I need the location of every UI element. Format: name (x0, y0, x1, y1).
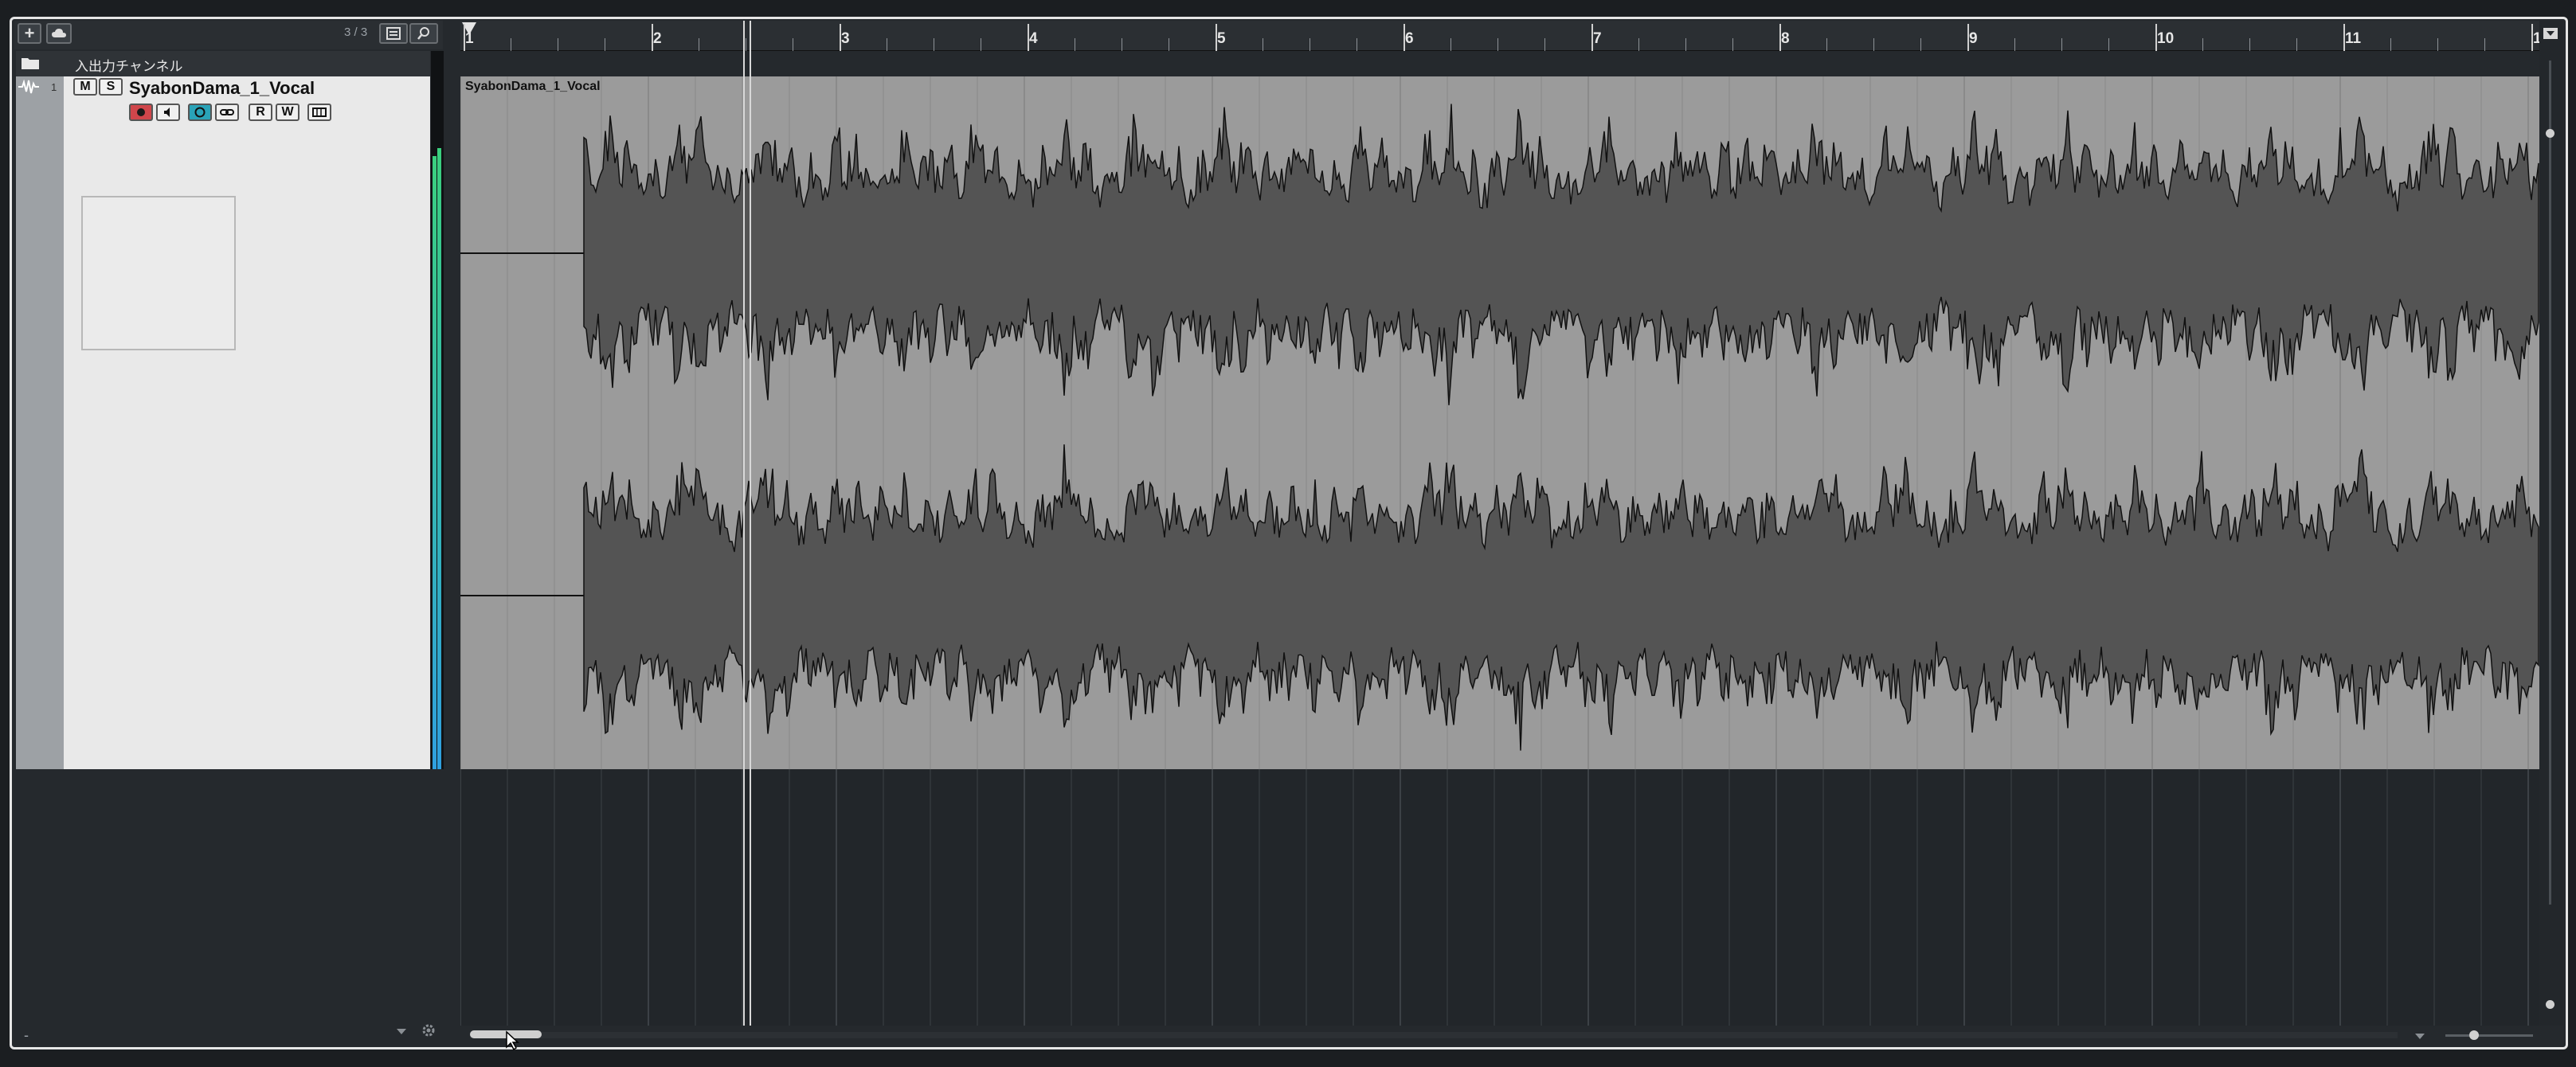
ruler-minor-tick (1685, 38, 1686, 51)
read-label: R (256, 105, 265, 119)
link-icon (220, 109, 234, 115)
ruler-tick (1967, 24, 1969, 51)
record-enable-button[interactable] (129, 104, 153, 121)
add-track-button[interactable]: + (18, 23, 41, 44)
track-header[interactable] (16, 76, 430, 769)
lanes-button[interactable] (215, 104, 239, 121)
ruler-minor-tick (2108, 38, 2109, 51)
ruler-minor-tick (1826, 38, 1827, 51)
ruler-minor-tick (2437, 38, 2438, 51)
mute-button[interactable]: M (73, 78, 97, 96)
ruler-minor-tick (1732, 38, 1733, 51)
ruler-tick (2155, 24, 2157, 51)
ruler-bar-label: 11 (2345, 30, 2362, 47)
ruler-minor-tick (1920, 38, 1921, 51)
empty-area-grid (460, 769, 2529, 1026)
ruler-tick (1779, 24, 1781, 51)
ruler-bar-label: 8 (1781, 30, 1790, 47)
vertical-scroll-track[interactable] (2549, 61, 2551, 905)
search-button[interactable] (409, 23, 438, 44)
track-count: 3 / 3 (344, 25, 368, 39)
ruler-minor-tick (2249, 38, 2250, 51)
track-list-empty-area (16, 769, 444, 1040)
write-label: W (281, 105, 294, 119)
read-automation-button[interactable]: R (249, 104, 272, 121)
plus-icon: + (24, 23, 35, 43)
mute-label: M (80, 80, 91, 93)
mouse-cursor-icon (505, 1030, 519, 1055)
vertical-zoom-handle[interactable] (2546, 129, 2554, 138)
speaker-icon (164, 107, 170, 117)
ruler-tick (1216, 24, 1217, 51)
solo-button[interactable]: S (99, 78, 123, 96)
solo-label: S (106, 80, 115, 93)
vertical-zoom-bar[interactable] (2539, 21, 2563, 1026)
ruler-bar-label: 1 (465, 30, 474, 47)
clock-icon (194, 107, 206, 118)
ruler-tick (1591, 24, 1593, 51)
track-color-strip[interactable] (16, 76, 64, 769)
search-icon (417, 27, 429, 40)
ruler-tick (1028, 24, 1029, 51)
timebase-button[interactable] (188, 104, 212, 121)
io-channel-label: 入出力チャンネル (75, 59, 183, 74)
track-number: 1 (51, 81, 57, 93)
list-icon (386, 27, 401, 40)
ruler-bar-label: 4 (1029, 30, 1038, 47)
ruler-minor-tick (2390, 38, 2391, 51)
waveform (460, 76, 2539, 769)
level-meter-right (437, 148, 441, 769)
ruler-minor-tick (1873, 38, 1874, 51)
ruler-minor-tick (2202, 38, 2203, 51)
track-name: SyabonDama_1_Vocal (129, 78, 315, 98)
ruler-minor-tick (1450, 38, 1451, 51)
menu-arrow-icon[interactable] (2543, 27, 2558, 40)
footer-bar (0, 1053, 2576, 1067)
ruler-minor-tick (2061, 38, 2062, 51)
ruler-minor-tick (2296, 38, 2297, 51)
ruler-bar-label: 6 (1405, 30, 1414, 47)
gear-icon[interactable] (421, 1022, 437, 1042)
write-automation-button[interactable]: W (276, 104, 299, 121)
ruler-bar-label: 7 (1593, 30, 1602, 47)
vertical-zoom-handle-lower[interactable] (2546, 1000, 2554, 1009)
track-picture-placeholder[interactable] (81, 196, 236, 350)
ruler-lower-band (460, 51, 2539, 76)
zoom-dropdown-icon[interactable] (2414, 1030, 2426, 1045)
channel-settings-icon (312, 107, 327, 117)
ruler-minor-tick (2014, 38, 2015, 51)
project-cursor[interactable] (743, 21, 751, 1026)
record-icon (137, 108, 145, 116)
ruler-minor-tick (1497, 38, 1498, 51)
track-visibility-button[interactable] (379, 23, 408, 44)
ruler-tick (2343, 24, 2345, 51)
ruler-bar-label: 9 (1969, 30, 1978, 47)
horizontal-zoom-slider[interactable] (2445, 1034, 2533, 1037)
cloud-plus-icon (52, 29, 66, 37)
ruler-tick (1403, 24, 1405, 51)
ruler-bar-label: 10 (2157, 30, 2175, 47)
horizontal-zoom-handle[interactable] (2469, 1030, 2479, 1040)
zoom-minus-label: - (24, 1027, 29, 1043)
ruler-tick (464, 24, 465, 51)
edit-channel-button[interactable] (307, 104, 331, 121)
folder-icon (21, 56, 40, 70)
ruler-minor-tick (2484, 38, 2485, 51)
ruler-minor-tick (1638, 38, 1639, 51)
timeline-ruler[interactable]: 1 2 3 4 5 6 7 8 9 10 11 1 (460, 21, 2542, 51)
ruler-bar-label: 5 (1217, 30, 1226, 47)
monitor-button[interactable] (156, 104, 180, 121)
ruler-minor-tick (1544, 38, 1545, 51)
ruler-tick (2531, 24, 2533, 51)
ruler-bar-label: 3 (841, 30, 850, 47)
dropdown-arrow-icon[interactable] (395, 1026, 408, 1040)
ruler-bar-label: 2 (653, 30, 662, 47)
level-meter-left (433, 156, 437, 769)
add-track-from-preset-button[interactable] (46, 23, 72, 44)
ruler-tick (652, 24, 653, 51)
horizontal-scrollbar[interactable] (470, 1032, 2398, 1038)
ruler-tick (840, 24, 841, 51)
audio-track-icon (18, 79, 40, 94)
